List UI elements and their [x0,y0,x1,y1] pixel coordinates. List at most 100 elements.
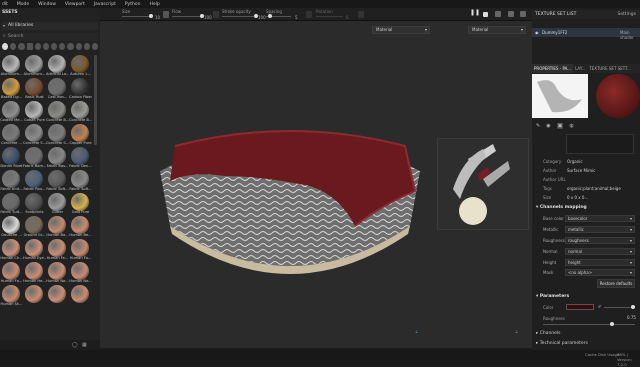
channels-mapping-header[interactable]: ▾ Channels mapping [536,205,587,210]
parameters-header[interactable]: ▾ Parameters [536,294,569,299]
asset-tile[interactable]: Human Fo... [0,261,23,284]
asset-tile[interactable]: Human Ba... [46,215,69,238]
asset-tile[interactable]: Aluminum... [0,54,23,77]
asset-tile[interactable]: Coated Me... [0,100,23,123]
color-swatch[interactable] [566,304,594,310]
menu-help[interactable]: Help [149,2,159,7]
asset-tile[interactable]: Gouache ... [0,215,23,238]
channel-icon[interactable]: ▣ [556,123,564,129]
channel-dropdown[interactable]: basecolor ▾ [565,215,635,222]
mask-icon[interactable]: ◍ [569,123,573,129]
tab-layers[interactable]: LAY... [573,64,587,73]
asset-tile[interactable]: Human Eye... [23,238,46,261]
channels-collapsed-header[interactable]: ▸ Channels [536,331,561,336]
asset-tile[interactable]: Footprints [23,192,46,215]
channel-dropdown[interactable]: normal ▾ [565,248,635,255]
filter-presets-icon[interactable] [83,43,90,50]
asset-tile[interactable]: Human Fo... [69,238,92,261]
asset-tile[interactable]: Concrete B... [69,100,92,123]
roughness-value[interactable]: 0.75 [627,315,636,320]
asset-tile[interactable]: Fabric Suit... [0,192,23,215]
spacing-value[interactable]: 5 [295,15,298,20]
asset-tile[interactable]: Autumn L... [69,54,92,77]
filter-all-icon[interactable] [2,43,9,50]
asset-tile[interactable] [23,284,46,307]
size-slider[interactable] [122,16,152,17]
asset-tile[interactable]: Glitter [46,192,69,215]
asset-tile[interactable]: Concrete ... [0,123,23,146]
opacity-slider[interactable] [222,16,256,17]
filter-filters-icon[interactable] [51,43,58,50]
filter-procedurals-icon[interactable] [91,43,99,50]
size-value[interactable]: 10 [155,15,160,20]
menu-viewport[interactable]: Viewport [65,2,85,7]
filter-textures-icon[interactable] [42,43,50,50]
filter-brushes-icon[interactable] [26,43,33,50]
asset-tile[interactable]: Carbon Fiber [69,77,92,100]
spacing-slider-knob[interactable] [268,14,272,18]
flow-slider[interactable] [172,16,202,17]
screenshot-icon[interactable] [520,11,526,17]
asset-tile[interactable]: Fabric Rou... [23,169,46,192]
asset-tile[interactable]: Fabric Knit... [0,169,23,192]
asset-tile[interactable]: Human Ne... [46,261,69,284]
color-slider-knob[interactable] [631,305,635,309]
material-picker-slot[interactable] [566,134,634,154]
asset-tile[interactable]: Fabric Den... [69,146,92,169]
asset-tile[interactable] [69,284,92,307]
mask-dropdown[interactable]: <no alpha> ▾ [565,269,635,276]
pause-icon[interactable]: ❚❚ [470,9,480,16]
menu-edit[interactable]: dit [2,2,8,7]
asset-tile[interactable]: Aluminum... [23,54,46,77]
asset-tile[interactable]: Concrete S... [46,123,69,146]
eyedropper-icon[interactable]: ✐ [598,304,601,309]
asset-tile[interactable]: Baked Lig... [0,77,23,100]
asset-tile[interactable]: Cast Iron... [46,77,69,100]
asset-tile[interactable]: Fabric Bam... [23,146,46,169]
menu-javascript[interactable]: Javascript [94,2,116,7]
asset-tile[interactable]: Fabric Bas... [46,146,69,169]
asset-tile[interactable]: Human Ch... [0,238,23,261]
filter-smart-materials-icon[interactable] [18,43,25,50]
brush-icon[interactable]: ✎ [536,123,540,129]
tab-texture-set-settings[interactable]: TEXTURE SET SETT... [587,64,633,73]
asset-tile[interactable]: Fabric Soft... [46,169,69,192]
asset-tile[interactable]: Ground Gr... [23,215,46,238]
size-slider-knob[interactable] [149,14,153,18]
texture-set-row[interactable]: ◉ Dummy1FF2 Main shader [532,28,640,40]
asset-tile[interactable]: Concrete B... [46,100,69,123]
render-icon[interactable] [508,11,514,17]
channel-dropdown[interactable]: roughness ▾ [565,237,635,244]
restore-defaults-button[interactable]: Restore defaults [597,279,635,288]
channel-dropdown[interactable]: metallic ▾ [565,226,635,233]
asset-tile[interactable]: Cobalt Pure [23,100,46,123]
filter-materials-icon[interactable] [10,43,17,50]
rotation-value[interactable]: 0 [346,15,349,20]
asset-tile[interactable]: Human Be... [69,215,92,238]
viewport-right-mode[interactable]: Material ▾ [468,26,526,34]
spacing-toggle-icon[interactable] [306,11,312,18]
asset-tile[interactable]: Human Sk... [0,284,23,307]
menu-mode[interactable]: Mode [17,2,29,7]
rotation-toggle-icon[interactable] [358,11,364,18]
zoom-out-icon[interactable]: ◯ [72,342,78,348]
opacity-value[interactable]: 100 [258,15,266,20]
asset-tile[interactable]: Artificial La... [46,54,69,77]
asset-tile[interactable]: Basic Rust [23,77,46,100]
asset-tile[interactable]: Copper Pure [69,123,92,146]
grid-size-icon[interactable]: ▦ [82,342,87,348]
texture-set-shader[interactable]: Main shader [620,30,640,40]
tab-properties[interactable]: PROPERTIES - PA... [532,64,574,73]
flow-value[interactable]: 100 [204,15,212,20]
rotation-slider[interactable] [316,16,343,17]
eye-icon[interactable]: ◉ [535,30,539,35]
roughness-slider-knob[interactable] [610,322,614,326]
material-icon[interactable]: ◉ [546,123,550,129]
roughness-slider[interactable] [543,324,635,325]
texture-set-settings[interactable]: Settings [618,10,636,19]
asset-tile[interactable]: Concrete S... [23,123,46,146]
asset-tile[interactable]: Human He... [23,261,46,284]
chevron-down-icon[interactable]: ▾ [3,23,5,28]
menu-python[interactable]: Python [125,2,141,7]
technical-parameters-header[interactable]: ▸ Technical parameters [536,341,588,346]
